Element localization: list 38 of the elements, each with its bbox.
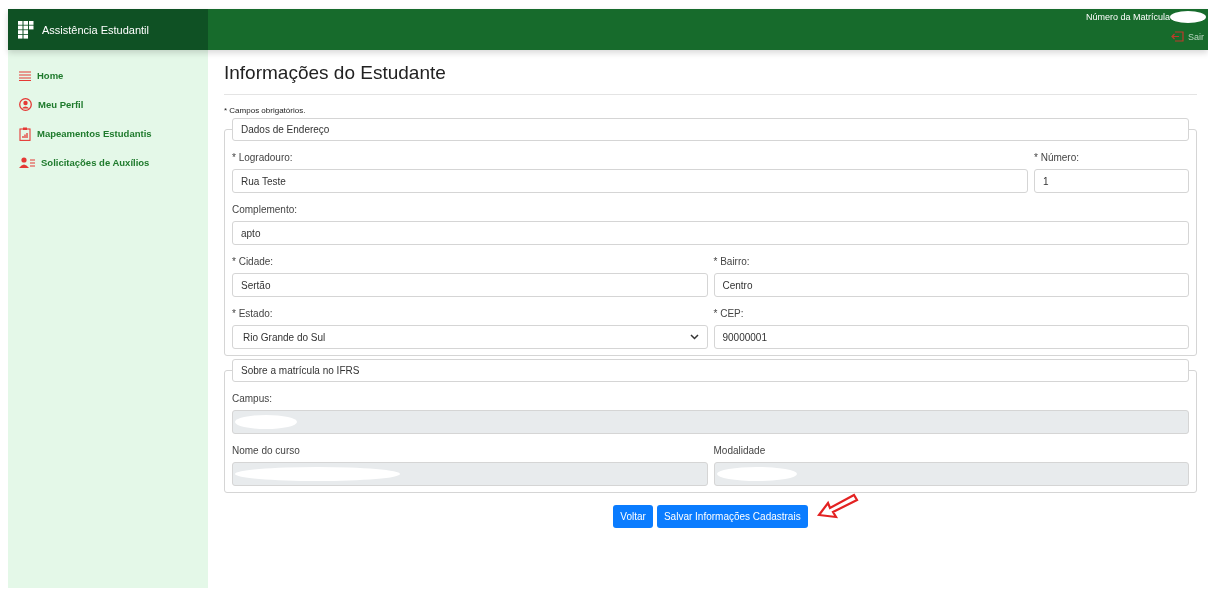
field-label: * Número: <box>1034 151 1080 163</box>
page-title: Informações do Estudante <box>224 62 1197 95</box>
sidebar-item[interactable]: Home <box>8 68 208 83</box>
input-field[interactable]: Sertão <box>232 273 708 297</box>
clipboard-chart-icon <box>19 126 31 141</box>
grid-logo-icon <box>18 20 34 39</box>
input-field[interactable]: apto <box>232 221 1189 245</box>
registration-label: Número da Matrícula <box>1085 12 1170 22</box>
field-label: * Logradouro: <box>232 151 294 163</box>
app-title: Assistência Estudantil <box>42 23 149 36</box>
input-field[interactable]: Rua Teste <box>232 169 1028 193</box>
section-legend: Sobre a matrícula no IFRS <box>232 359 1189 382</box>
logout-link[interactable]: Sair <box>1171 31 1208 42</box>
input-field[interactable]: 1 <box>1034 169 1189 193</box>
field-label: Complemento: <box>232 203 299 215</box>
logout-icon <box>1171 31 1184 42</box>
primary-button[interactable]: Salvar Informações Cadastrais <box>656 505 808 528</box>
sidebar-item[interactable]: Meu Perfil <box>8 97 208 112</box>
menu-icon <box>19 70 31 81</box>
field-label: * Estado: <box>232 307 274 319</box>
field-label: * CEP: <box>713 307 745 319</box>
input-field[interactable]: 90000001 <box>713 325 1189 349</box>
user-list-icon <box>19 157 35 168</box>
field-label: Campus: <box>232 392 273 404</box>
field-label: * Cidade: <box>232 255 275 267</box>
sidebar-item[interactable]: Mapeamentos Estudantis <box>8 126 208 141</box>
field-label: * Bairro: <box>713 255 751 267</box>
redaction-mark <box>1170 11 1206 23</box>
input-field[interactable]: Centro <box>713 273 1189 297</box>
chevron-down-icon <box>689 334 699 340</box>
user-icon <box>19 98 32 111</box>
primary-button[interactable]: Voltar <box>613 505 653 528</box>
field-label: Modalidade <box>713 444 767 456</box>
field-label: Nome do curso <box>232 444 301 456</box>
sidebar-item[interactable]: Solicitações de Auxílios <box>8 155 208 170</box>
select-field[interactable]: Rio Grande do Sul <box>232 325 708 349</box>
required-fields-note: * Campos obrigatórios. <box>224 106 307 115</box>
section-legend: Dados de Endereço <box>232 118 1189 141</box>
